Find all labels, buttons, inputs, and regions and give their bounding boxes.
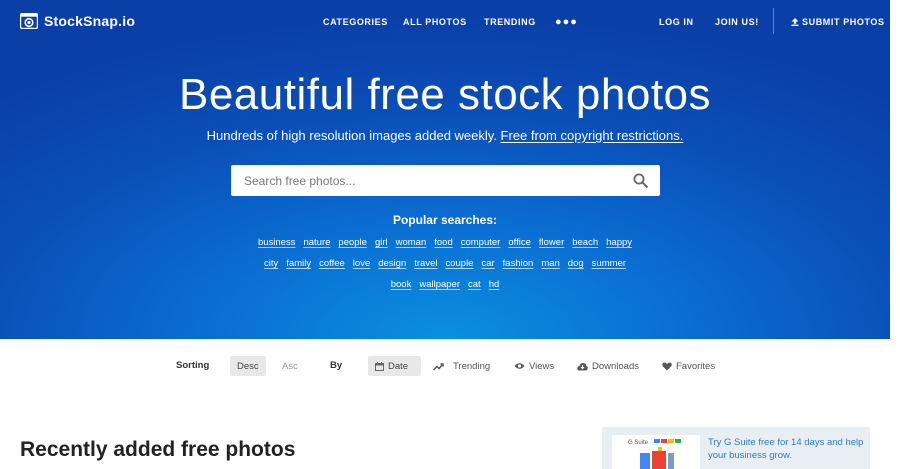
sort-asc-label: Asc xyxy=(282,360,298,372)
popular-tag-link[interactable]: nature xyxy=(303,237,330,248)
sort-downloads-label: Downloads xyxy=(592,360,639,372)
upload-icon xyxy=(791,18,799,26)
popular-tag-link[interactable]: dog xyxy=(568,258,584,269)
logo[interactable]: StockSnap.io xyxy=(19,12,136,30)
popular-tag-link[interactable]: girl xyxy=(375,237,388,248)
popular-tag-link[interactable]: hd xyxy=(489,279,500,290)
popular-tag-link[interactable]: wallpaper xyxy=(419,279,460,290)
popular-tag-link[interactable]: travel xyxy=(414,258,437,269)
eye-icon xyxy=(514,363,525,369)
popular-tag-link[interactable]: design xyxy=(378,258,406,269)
sort-date-label: Date xyxy=(388,360,409,372)
popular-tag-link[interactable]: woman xyxy=(396,237,427,248)
sort-favorites-label: Favorites xyxy=(676,360,716,372)
nav-divider xyxy=(773,8,774,34)
popular-tag-link[interactable]: city xyxy=(264,258,278,269)
sorting-label: Sorting xyxy=(176,360,210,371)
popular-tag-link[interactable]: people xyxy=(338,237,367,248)
hero-subtitle-text: Hundreds of high resolution images added… xyxy=(206,128,497,143)
popular-tag-link[interactable]: cat xyxy=(468,279,481,290)
calendar-icon xyxy=(375,361,384,371)
sort-date-button[interactable]: Date xyxy=(368,356,421,376)
sort-desc-button[interactable]: Desc xyxy=(230,356,266,376)
search-icon[interactable] xyxy=(633,173,648,193)
ad-text[interactable]: Try G Suite free for 14 days and help yo… xyxy=(708,436,866,462)
popular-searches-title: Popular searches: xyxy=(392,213,498,227)
popular-tag-link[interactable]: man xyxy=(541,258,559,269)
sort-views-button[interactable]: Views xyxy=(507,356,561,376)
sort-trending-button[interactable]: Trending xyxy=(426,356,497,376)
sort-downloads-button[interactable]: Downloads xyxy=(570,356,646,376)
popular-tag-link[interactable]: book xyxy=(391,279,412,290)
nav-login[interactable]: LOG IN xyxy=(659,17,694,27)
nav-all-photos[interactable]: ALL PHOTOS xyxy=(403,17,467,27)
logo-text: StockSnap.io xyxy=(44,13,136,29)
search-input[interactable] xyxy=(231,165,621,196)
more-dots-icon[interactable]: ●●● xyxy=(555,16,578,28)
popular-tag-link[interactable]: office xyxy=(508,237,531,248)
popular-tag-link[interactable]: food xyxy=(434,237,453,248)
popular-tag-link[interactable]: love xyxy=(353,258,370,269)
sort-views-label: Views xyxy=(529,360,555,372)
cloud-download-icon xyxy=(577,362,588,370)
popular-tag-link[interactable]: fashion xyxy=(503,258,534,269)
heart-icon xyxy=(662,361,672,370)
submit-photos-label: SUBMIT PHOTOS xyxy=(802,17,885,27)
nav-trending[interactable]: TRENDING xyxy=(484,17,536,27)
scrollbar[interactable] xyxy=(890,0,900,469)
nav-join[interactable]: JOIN US! xyxy=(715,17,759,27)
tags-row-2: city family coffee love design travel couple ca… xyxy=(0,258,890,269)
popular-tag-link[interactable]: beach xyxy=(572,237,598,248)
popular-tag-link[interactable]: flower xyxy=(539,237,564,248)
copyright-link[interactable]: Free from copyright restrictions. xyxy=(501,128,684,143)
sort-asc-button[interactable]: Asc xyxy=(275,356,305,376)
ad-image[interactable]: G Suite xyxy=(612,435,700,469)
submit-photos-button[interactable]: SUBMIT PHOTOS xyxy=(791,17,885,27)
trending-icon xyxy=(433,362,444,371)
ad-banner[interactable]: G Suite Try G Suite free for 14 days and… xyxy=(602,427,870,469)
popular-tag-link[interactable]: coffee xyxy=(319,258,345,269)
sort-by-label: By xyxy=(330,360,343,371)
hero-banner: StockSnap.io CATEGORIES ALL PHOTOS TREND… xyxy=(0,0,890,339)
tags-row-1: business nature people girl woman food compute… xyxy=(0,237,890,248)
popular-tag-link[interactable]: couple xyxy=(445,258,473,269)
nav-categories[interactable]: CATEGORIES xyxy=(323,17,388,27)
hero-subtitle: Hundreds of high resolution images added… xyxy=(0,128,890,143)
sort-favorites-button[interactable]: Favorites xyxy=(655,356,722,376)
camera-logo-icon xyxy=(19,12,39,30)
popular-tag-link[interactable]: family xyxy=(286,258,311,269)
ad-illustration xyxy=(640,439,681,469)
sorting-bar: Sorting Desc Asc By Date Trending Views … xyxy=(0,356,890,376)
hero-title: Beautiful free stock photos xyxy=(178,70,712,119)
popular-tag-link[interactable]: car xyxy=(481,258,494,269)
sort-desc-label: Desc xyxy=(237,360,259,372)
sort-trending-label: Trending xyxy=(453,360,491,372)
popular-tag-link[interactable]: summer xyxy=(592,258,626,269)
popular-tag-link[interactable]: happy xyxy=(606,237,632,248)
recent-photos-title: Recently added free photos xyxy=(20,438,296,461)
tags-row-3: book wallpaper cat hd xyxy=(0,279,890,290)
popular-tag-link[interactable]: business xyxy=(258,237,296,248)
search-box xyxy=(231,165,660,196)
popular-tag-link[interactable]: computer xyxy=(461,237,501,248)
